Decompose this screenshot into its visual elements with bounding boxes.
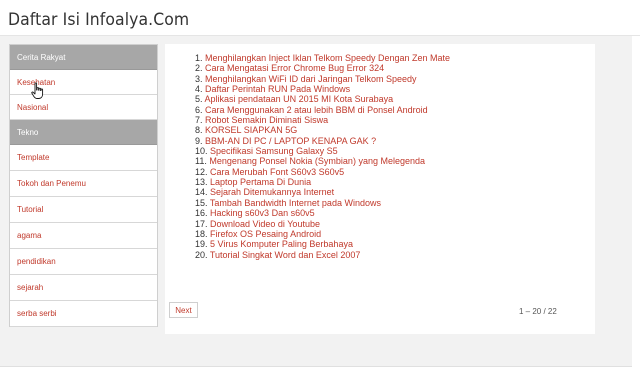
post-link[interactable]: Specifikasi Samsung Galaxy S5 xyxy=(210,146,338,156)
list-item: 10. Specifikasi Samsung Galaxy S5 xyxy=(195,146,450,156)
sidebar-item-template[interactable]: Template xyxy=(10,145,157,171)
sidebar-item-tokoh-dan-penemu[interactable]: Tokoh dan Penemu xyxy=(10,171,157,197)
page-title: Daftar Isi Infoalya.Com xyxy=(8,10,190,30)
post-list: 1. Menghilangkan Inject Iklan Telkom Spe… xyxy=(195,53,450,260)
list-item: 8. KORSEL SIAPKAN 5G xyxy=(195,125,450,135)
item-number: 11. xyxy=(195,156,207,167)
next-page-button[interactable]: Next xyxy=(169,302,198,318)
list-item: 12. Cara Merubah Font S60v3 S60v5 xyxy=(195,167,450,177)
list-item: 20. Tutorial Singkat Word dan Excel 2007 xyxy=(195,250,450,260)
post-link[interactable]: Mengenang Ponsel Nokia (Symbian) yang Me… xyxy=(209,156,425,166)
list-item: 7. Robot Semakin Diminati Siswa xyxy=(195,115,450,125)
sidebar-item-cerita-rakyat[interactable]: Cerita Rakyat xyxy=(10,45,157,70)
item-number: 5. xyxy=(195,94,203,105)
post-list-area: 1. Menghilangkan Inject Iklan Telkom Spe… xyxy=(165,44,595,334)
panel-bottom-divider xyxy=(0,366,632,367)
post-link[interactable]: Daftar Perintah RUN Pada Windows xyxy=(205,84,350,94)
sidebar-item-label: Tutorial xyxy=(17,205,44,214)
post-link[interactable]: Hacking s60v3 Dan s60v5 xyxy=(210,208,315,218)
post-link[interactable]: Menghilangkan WiFi ID dari Jaringan Telk… xyxy=(205,74,416,84)
post-link[interactable]: Laptop Pertama Di Dunia xyxy=(210,177,311,187)
item-number: 16. xyxy=(195,208,208,219)
list-item: 14. Sejarah Ditemukannya Internet xyxy=(195,187,450,197)
item-number: 20. xyxy=(195,249,208,260)
sidebar-item-label: sejarah xyxy=(17,283,44,292)
list-item: 18. Firefox OS Pesaing Android xyxy=(195,229,450,239)
sidebar-item-label: Template xyxy=(17,153,50,162)
post-link[interactable]: KORSEL SIAPKAN 5G xyxy=(205,125,297,135)
item-number: 15. xyxy=(195,197,208,208)
post-link[interactable]: Download Video di Youtube xyxy=(210,219,320,229)
list-item: 19. 5 Virus Komputer Paling Berbahaya xyxy=(195,239,450,249)
post-link[interactable]: 5 Virus Komputer Paling Berbahaya xyxy=(210,239,353,249)
list-item: 5. Aplikasi pendataan UN 2015 MI Kota Su… xyxy=(195,94,450,104)
sidebar-item-label: Tokoh dan Penemu xyxy=(17,179,86,188)
sidebar-item-pendidikan[interactable]: pendidikan xyxy=(10,249,157,275)
post-link[interactable]: Tutorial Singkat Word dan Excel 2007 xyxy=(210,250,361,260)
sidebar-item-label: Tekno xyxy=(17,127,39,137)
list-item: 3. Menghilangkan WiFi ID dari Jaringan T… xyxy=(195,74,450,84)
item-number: 14. xyxy=(195,187,208,198)
item-number: 13. xyxy=(195,177,208,188)
item-number: 17. xyxy=(195,218,208,229)
sidebar-item-sejarah[interactable]: sejarah xyxy=(10,275,157,301)
post-link[interactable]: Robot Semakin Diminati Siswa xyxy=(205,115,328,125)
post-link[interactable]: Aplikasi pendataan UN 2015 MI Kota Surab… xyxy=(205,94,394,104)
list-item: 15. Tambah Bandwidth Internet pada Windo… xyxy=(195,198,450,208)
post-link[interactable]: Cara Merubah Font S60v3 S60v5 xyxy=(210,167,344,177)
post-link[interactable]: Tambah Bandwidth Internet pada Windows xyxy=(210,198,381,208)
post-link[interactable]: Sejarah Ditemukannya Internet xyxy=(210,187,334,197)
list-item: 11. Mengenang Ponsel Nokia (Symbian) yan… xyxy=(195,156,450,166)
pagination-range: 1 – 20 / 22 xyxy=(519,307,557,316)
item-number: 2. xyxy=(195,63,203,74)
hand-pointer-icon xyxy=(31,82,44,99)
post-link[interactable]: Firefox OS Pesaing Android xyxy=(210,229,321,239)
item-number: 19. xyxy=(195,239,208,250)
list-item: 4. Daftar Perintah RUN Pada Windows xyxy=(195,84,450,94)
item-number: 3. xyxy=(195,73,203,84)
item-number: 1. xyxy=(195,53,203,63)
list-item: 9. BBM-AN DI PC / LAPTOP KENAPA GAK ? xyxy=(195,136,450,146)
item-number: 9. xyxy=(195,135,203,146)
sidebar-item-label: Nasional xyxy=(17,102,49,112)
item-number: 10. xyxy=(195,146,208,157)
item-number: 8. xyxy=(195,125,203,136)
item-number: 12. xyxy=(195,166,208,177)
post-link[interactable]: Cara Mengatasi Error Chrome Bug Error 32… xyxy=(205,63,384,73)
post-link[interactable]: BBM-AN DI PC / LAPTOP KENAPA GAK ? xyxy=(205,136,376,146)
sidebar-item-tekno[interactable]: Tekno xyxy=(10,120,157,145)
sidebar-item-label: pendidikan xyxy=(17,257,56,266)
post-link[interactable]: Cara Menggunakan 2 atau lebih BBM di Pon… xyxy=(205,105,428,115)
item-number: 18. xyxy=(195,228,208,239)
item-number: 4. xyxy=(195,84,203,95)
sidebar-item-label: serba serbi xyxy=(17,309,57,318)
sidebar-item-serba-serbi[interactable]: serba serbi xyxy=(10,301,157,327)
item-number: 7. xyxy=(195,115,203,126)
list-item: 6. Cara Menggunakan 2 atau lebih BBM di … xyxy=(195,105,450,115)
sidebar-item-label: Cerita Rakyat xyxy=(17,52,66,62)
list-item: 2. Cara Mengatasi Error Chrome Bug Error… xyxy=(195,63,450,73)
sidebar-item-tutorial[interactable]: Tutorial xyxy=(10,197,157,223)
sidebar-item-agama[interactable]: agama xyxy=(10,223,157,249)
list-item: 17. Download Video di Youtube xyxy=(195,219,450,229)
item-number: 6. xyxy=(195,104,203,115)
list-item: 16. Hacking s60v3 Dan s60v5 xyxy=(195,208,450,218)
post-link[interactable]: Menghilangkan Inject Iklan Telkom Speedy… xyxy=(205,53,450,63)
list-item: 1. Menghilangkan Inject Iklan Telkom Spe… xyxy=(195,53,450,63)
list-item: 13. Laptop Pertama Di Dunia xyxy=(195,177,450,187)
sidebar-item-label: agama xyxy=(17,231,42,240)
